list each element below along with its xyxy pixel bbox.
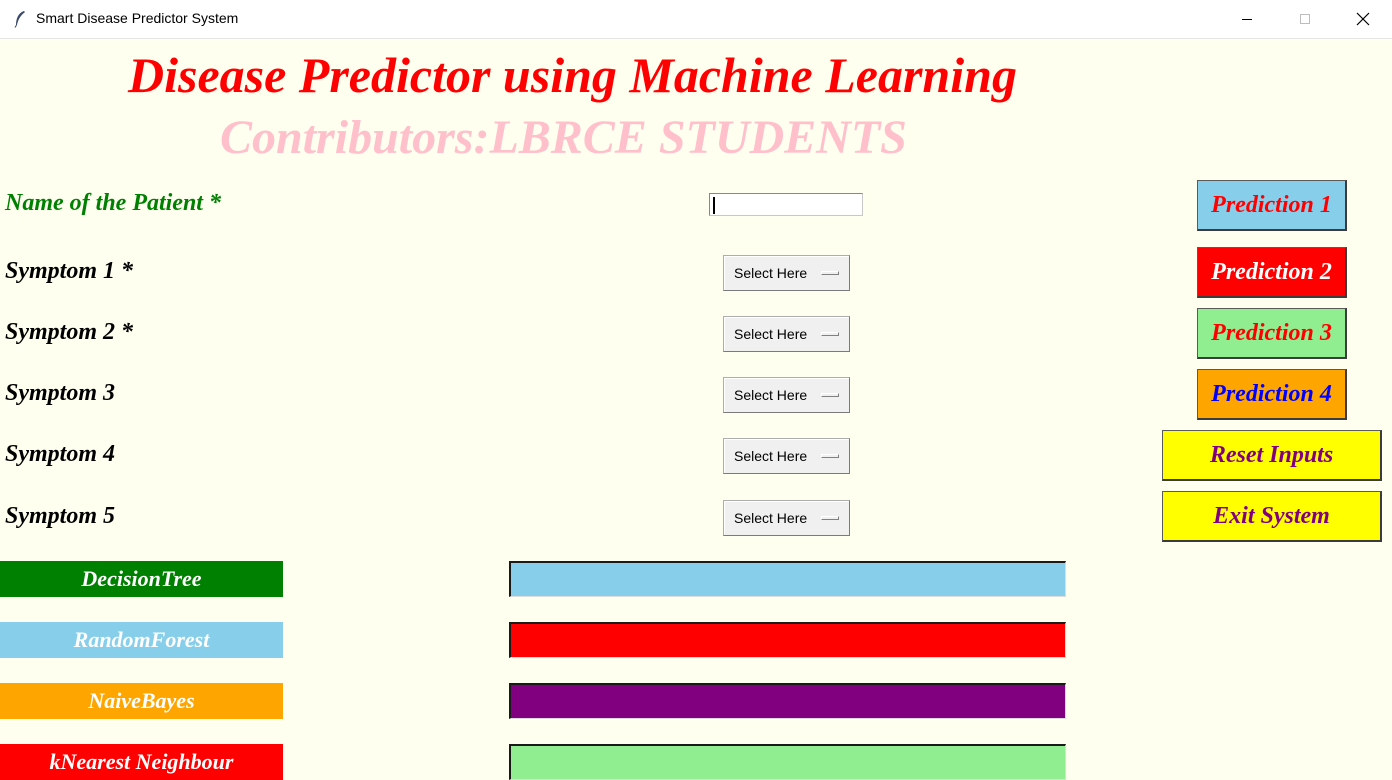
symptom-4-dropdown[interactable]: Select Here [723, 438, 850, 474]
patient-name-label: Name of the Patient * [5, 190, 221, 216]
exit-system-button[interactable]: Exit System [1162, 491, 1382, 542]
symptom-2-selected: Select Here [734, 326, 808, 342]
symptom-2-label: Symptom 2 * [5, 319, 134, 345]
symptom-3-dropdown[interactable]: Select Here [723, 377, 850, 413]
symptom-3-label: Symptom 3 [5, 380, 116, 406]
maximize-button[interactable] [1282, 0, 1328, 38]
symptom-4-selected: Select Here [734, 448, 808, 464]
feather-icon [14, 11, 25, 28]
dropdown-indicator-icon [821, 516, 839, 520]
symptom-1-dropdown[interactable]: Select Here [723, 255, 850, 291]
dropdown-indicator-icon [821, 271, 839, 275]
symptom-1-selected: Select Here [734, 265, 808, 281]
prediction-3-button[interactable]: Prediction 3 [1197, 308, 1347, 359]
contributors-text: Contributors:LBRCE STUDENTS [220, 111, 907, 164]
symptom-5-dropdown[interactable]: Select Here [723, 500, 850, 536]
symptom-3-selected: Select Here [734, 387, 808, 403]
dropdown-indicator-icon [821, 393, 839, 397]
dropdown-indicator-icon [821, 332, 839, 336]
minimize-icon [1242, 19, 1252, 20]
symptom-2-dropdown[interactable]: Select Here [723, 316, 850, 352]
random-forest-result [509, 622, 1066, 658]
decision-tree-label: DecisionTree [0, 561, 283, 597]
close-button[interactable] [1340, 0, 1386, 38]
window-title: Smart Disease Predictor System [36, 10, 239, 26]
naive-bayes-label: NaiveBayes [0, 683, 283, 719]
dropdown-indicator-icon [821, 454, 839, 458]
maximize-icon [1300, 14, 1310, 24]
symptom-5-selected: Select Here [734, 510, 808, 526]
knn-result [509, 744, 1066, 780]
reset-inputs-button[interactable]: Reset Inputs [1162, 430, 1382, 481]
patient-name-input[interactable] [709, 193, 863, 216]
page-title: Disease Predictor using Machine Learning [128, 47, 1017, 103]
symptom-4-label: Symptom 4 [5, 441, 116, 467]
window-titlebar: Smart Disease Predictor System [0, 0, 1392, 39]
decision-tree-result [509, 561, 1066, 597]
prediction-4-button[interactable]: Prediction 4 [1197, 369, 1347, 420]
minimize-button[interactable] [1224, 0, 1270, 38]
symptom-5-label: Symptom 5 [5, 503, 116, 529]
symptom-1-label: Symptom 1 * [5, 258, 134, 284]
random-forest-label: RandomForest [0, 622, 283, 658]
text-cursor [713, 197, 715, 214]
naive-bayes-result [509, 683, 1066, 719]
prediction-2-button[interactable]: Prediction 2 [1197, 247, 1347, 298]
knn-label: kNearest Neighbour [0, 744, 283, 780]
close-icon [1356, 12, 1370, 26]
prediction-1-button[interactable]: Prediction 1 [1197, 180, 1347, 231]
